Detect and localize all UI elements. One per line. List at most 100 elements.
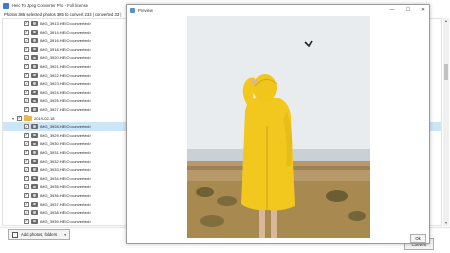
file-status: <converted>	[69, 158, 92, 164]
minimize-button[interactable]: —	[385, 5, 399, 16]
file-checkbox[interactable]: ✓	[24, 81, 29, 87]
preview-dialog: Preview — ☐ ✕ Ok	[126, 4, 430, 244]
camera-icon	[31, 72, 38, 78]
file-name: IMG_3930.HEIC	[40, 141, 70, 147]
file-status: <converted>	[69, 106, 92, 112]
file-checkbox[interactable]: ✓	[24, 201, 29, 207]
file-checkbox[interactable]: ✓	[24, 20, 29, 26]
add-photos-button[interactable]: Add photos, folders ▾	[8, 229, 70, 240]
file-status: <converted>	[69, 167, 92, 173]
camera-icon	[31, 63, 38, 69]
file-status: <converted>	[69, 149, 92, 155]
ok-button[interactable]: Ok	[410, 234, 426, 243]
camera-icon	[31, 38, 38, 44]
scroll-up-arrow[interactable]: ▴	[443, 18, 449, 24]
camera-icon	[31, 184, 38, 190]
status-text: Photos 385 selected photos 385 to conver…	[4, 12, 122, 17]
file-name: IMG_3933.HEIC	[40, 167, 70, 173]
file-checkbox[interactable]: ✓	[24, 46, 29, 52]
file-checkbox[interactable]: ✓	[24, 218, 29, 224]
file-status: <converted>	[69, 55, 92, 61]
file-status: <converted>	[69, 38, 92, 44]
camera-icon	[31, 192, 38, 198]
file-checkbox[interactable]: ✓	[24, 38, 29, 44]
camera-icon	[31, 141, 38, 147]
camera-icon	[31, 149, 38, 155]
file-name: IMG_3927.HEIC	[40, 106, 70, 112]
file-status: <converted>	[69, 124, 92, 130]
file-status: <converted>	[69, 201, 92, 207]
file-checkbox[interactable]: ✓	[24, 149, 29, 155]
file-name: IMG_3913.HEIC	[40, 20, 70, 26]
file-name: IMG_3932.HEIC	[40, 158, 70, 164]
close-button[interactable]: ✕	[416, 5, 430, 16]
camera-icon	[31, 201, 38, 207]
camera-icon	[31, 210, 38, 216]
camera-icon	[31, 158, 38, 164]
file-checkbox[interactable]: ✓	[24, 124, 29, 130]
file-name: IMG_3938.HEIC	[40, 210, 70, 216]
file-name: IMG_3925.HEIC	[40, 98, 70, 104]
file-name: IMG_3937.HEIC	[40, 201, 70, 207]
file-checkbox[interactable]: ✓	[24, 210, 29, 216]
file-status: <converted>	[69, 81, 92, 87]
file-status: <converted>	[69, 218, 92, 224]
file-name: IMG_3934.HEIC	[40, 175, 70, 181]
folder-checkbox[interactable]: ✓	[17, 115, 22, 121]
camera-icon	[31, 81, 38, 87]
camera-icon	[31, 124, 38, 130]
file-status: <converted>	[69, 141, 92, 147]
scroll-thumb[interactable]	[444, 64, 448, 80]
file-checkbox[interactable]: ✓	[24, 63, 29, 69]
camera-icon	[31, 106, 38, 112]
file-checkbox[interactable]: ✓	[24, 192, 29, 198]
file-checkbox[interactable]: ✓	[24, 141, 29, 147]
camera-icon	[31, 89, 38, 95]
file-status: <converted>	[69, 132, 92, 138]
maximize-button[interactable]: ☐	[401, 5, 415, 16]
file-name: IMG_3918.HEIC	[40, 46, 70, 52]
folder-icon	[24, 114, 32, 122]
app-title: Heic To Jpeg Converter Pro - Full licens…	[12, 3, 89, 8]
file-checkbox[interactable]: ✓	[24, 132, 29, 138]
file-checkbox[interactable]: ✓	[24, 98, 29, 104]
preview-title-bar: Preview	[127, 5, 429, 16]
file-checkbox[interactable]: ✓	[24, 89, 29, 95]
file-status: <converted>	[69, 72, 92, 78]
file-name: IMG_3920.HEIC	[40, 55, 70, 61]
camera-icon	[31, 46, 38, 52]
scroll-down-arrow[interactable]: ▾	[443, 220, 449, 226]
file-checkbox[interactable]: ✓	[24, 175, 29, 181]
file-name: IMG_3939.HEIC	[40, 218, 70, 224]
file-checkbox[interactable]: ✓	[24, 29, 29, 35]
file-checkbox[interactable]: ✓	[24, 55, 29, 61]
file-name: IMG_3924.HEIC	[40, 89, 70, 95]
file-status: <converted>	[69, 20, 92, 26]
camera-icon	[31, 132, 38, 138]
file-checkbox[interactable]: ✓	[24, 184, 29, 190]
file-name: IMG_3935.HEIC	[40, 184, 70, 190]
expand-toggle-icon[interactable]: ▾	[12, 116, 14, 121]
camera-icon	[31, 218, 38, 224]
add-photos-icon	[12, 231, 18, 238]
file-name: IMG_3916.HEIC	[40, 38, 70, 44]
vertical-scrollbar[interactable]: ▴ ▾	[443, 18, 449, 226]
folder-name: 2019-02-18	[34, 115, 55, 121]
file-name: IMG_3921.HEIC	[40, 63, 70, 69]
file-name: IMG_3923.HEIC	[40, 81, 70, 87]
file-status: <converted>	[69, 184, 92, 190]
file-name: IMG_3914.HEIC	[40, 29, 70, 35]
file-checkbox[interactable]: ✓	[24, 158, 29, 164]
file-checkbox[interactable]: ✓	[24, 106, 29, 112]
file-name: IMG_3922.HEIC	[40, 72, 70, 78]
file-status: <converted>	[69, 175, 92, 181]
camera-icon	[31, 55, 38, 61]
file-checkbox[interactable]: ✓	[24, 72, 29, 78]
file-name: IMG_3936.HEIC	[40, 192, 70, 198]
file-status: <converted>	[69, 63, 92, 69]
file-status: <converted>	[69, 210, 92, 216]
chevron-down-icon[interactable]: ▾	[64, 233, 66, 237]
add-photos-label: Add photos, folders	[21, 232, 58, 237]
file-checkbox[interactable]: ✓	[24, 167, 29, 173]
camera-icon	[31, 29, 38, 35]
